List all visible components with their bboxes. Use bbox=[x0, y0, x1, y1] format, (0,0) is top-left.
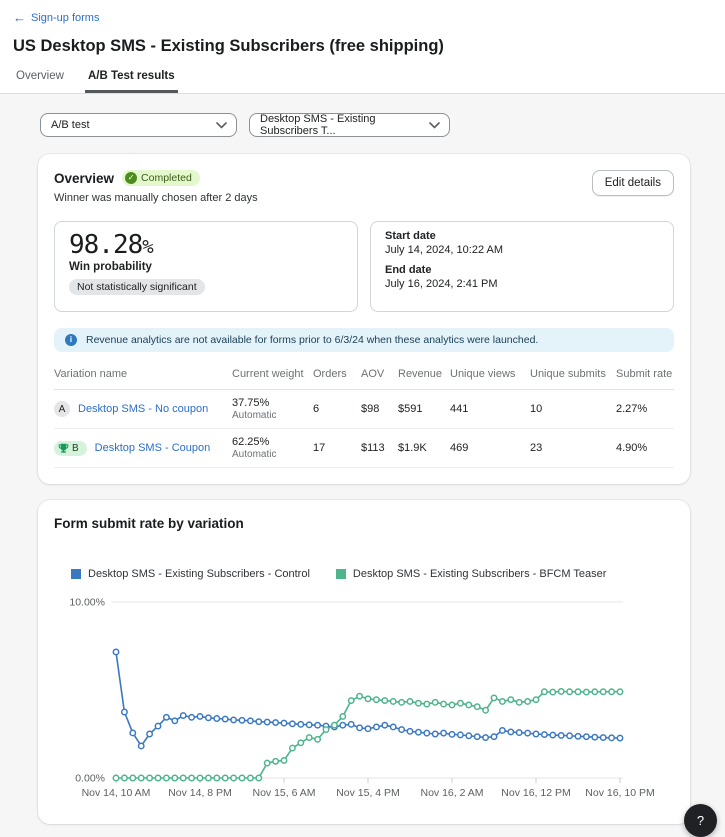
variation-link[interactable]: Desktop SMS - No coupon bbox=[78, 403, 208, 415]
column-header: Unique submits bbox=[530, 368, 616, 380]
unique-submits-cell: 23 bbox=[530, 442, 616, 454]
svg-text:Nov 15, 4 PM: Nov 15, 4 PM bbox=[336, 787, 400, 799]
page-header: ← Sign-up forms US Desktop SMS - Existing… bbox=[0, 0, 725, 94]
submit-rate-cell: 2.27% bbox=[616, 403, 674, 415]
trophy-icon bbox=[58, 443, 69, 454]
win-probability-label: Win probability bbox=[69, 261, 343, 273]
svg-text:Nov 16, 10 PM: Nov 16, 10 PM bbox=[585, 787, 654, 799]
variations-table-head: Variation nameCurrent weightOrdersAOVRev… bbox=[54, 368, 674, 390]
variation-link[interactable]: Desktop SMS - Coupon bbox=[95, 442, 211, 454]
svg-text:Nov 14, 8 PM: Nov 14, 8 PM bbox=[168, 787, 232, 799]
variations-table-body: ADesktop SMS - No coupon37.75%Automatic6… bbox=[54, 390, 674, 468]
metric-type-select-value: A/B test bbox=[51, 119, 90, 131]
dates-card: Start date July 14, 2024, 10:22 AM End d… bbox=[370, 221, 674, 312]
unique-submits-cell: 10 bbox=[530, 403, 616, 415]
main-content: A/B test Desktop SMS - Existing Subscrib… bbox=[0, 94, 725, 824]
chart-legend: Desktop SMS - Existing Subscribers - Con… bbox=[71, 568, 674, 580]
chart-card: Form submit rate by variation Desktop SM… bbox=[38, 500, 690, 824]
form-select[interactable]: Desktop SMS - Existing Subscribers T... bbox=[249, 113, 450, 137]
column-header: Current weight bbox=[232, 368, 313, 380]
variations-table: Variation nameCurrent weightOrdersAOVRev… bbox=[54, 368, 674, 468]
column-header: Submit rate bbox=[616, 368, 674, 380]
table-row: A Desktop SMS - No coupon 37.75%Automatic6… bbox=[54, 390, 674, 429]
chevron-down-icon bbox=[429, 122, 440, 129]
column-header: AOV bbox=[361, 368, 398, 380]
legend-swatch bbox=[71, 569, 81, 579]
significance-badge: Not statistically significant bbox=[69, 279, 205, 295]
orders-cell: 17 bbox=[313, 442, 361, 454]
aov-cell: $113 bbox=[361, 442, 398, 454]
column-header: Variation name bbox=[54, 368, 232, 380]
form-select-value: Desktop SMS - Existing Subscribers T... bbox=[260, 113, 421, 137]
unique-views-cell: 441 bbox=[450, 403, 530, 415]
unique-views-cell: 469 bbox=[450, 442, 530, 454]
metric-type-select[interactable]: A/B test bbox=[40, 113, 237, 137]
filter-row: A/B test Desktop SMS - Existing Subscrib… bbox=[40, 113, 690, 137]
submit-rate-cell: 4.90% bbox=[616, 442, 674, 454]
svg-text:Nov 14, 10 AM: Nov 14, 10 AM bbox=[82, 787, 151, 799]
end-date-label: End date bbox=[385, 264, 659, 276]
column-header: Revenue bbox=[398, 368, 450, 380]
overview-card: Overview ✓ Completed Winner was manually… bbox=[38, 154, 690, 484]
table-row: BDesktop SMS - Coupon62.25%Automatic17$1… bbox=[54, 429, 674, 468]
page-title: US Desktop SMS - Existing Subscribers (f… bbox=[13, 37, 711, 56]
end-date-value: July 16, 2024, 2:41 PM bbox=[385, 278, 659, 290]
winner-subtitle: Winner was manually chosen after 2 days bbox=[54, 192, 258, 204]
svg-text:0.00%: 0.00% bbox=[75, 773, 105, 785]
aov-cell: $98 bbox=[361, 403, 398, 415]
back-link[interactable]: ← Sign-up forms bbox=[13, 11, 99, 24]
column-header: Unique views bbox=[450, 368, 530, 380]
current-weight-cell: 62.25%Automatic bbox=[232, 436, 313, 460]
revenue-cell: $1.9K bbox=[398, 442, 450, 454]
info-banner: i Revenue analytics are not available fo… bbox=[54, 328, 674, 352]
chart-title: Form submit rate by variation bbox=[54, 516, 674, 531]
edit-details-button[interactable]: Edit details bbox=[592, 170, 674, 196]
win-probability-value: 98.28% bbox=[69, 230, 343, 260]
tab-bar: Overview A/B Test results bbox=[13, 70, 711, 93]
orders-cell: 6 bbox=[313, 403, 361, 415]
start-date-value: July 14, 2024, 10:22 AM bbox=[385, 244, 659, 256]
column-header: Orders bbox=[313, 368, 361, 380]
svg-text:Nov 16, 12 PM: Nov 16, 12 PM bbox=[501, 787, 570, 799]
tab-ab-test-results[interactable]: A/B Test results bbox=[85, 70, 178, 93]
info-banner-text: Revenue analytics are not available for … bbox=[86, 334, 538, 346]
tab-overview[interactable]: Overview bbox=[13, 70, 67, 93]
revenue-cell: $591 bbox=[398, 403, 450, 415]
info-icon: i bbox=[65, 334, 77, 346]
winner-variation-badge: B bbox=[54, 441, 87, 456]
svg-text:Nov 15, 6 AM: Nov 15, 6 AM bbox=[252, 787, 315, 799]
back-arrow-icon: ← bbox=[13, 11, 26, 24]
win-probability-card: 98.28% Win probability Not statistically… bbox=[54, 221, 358, 312]
back-link-label: Sign-up forms bbox=[31, 12, 99, 24]
variation-badge: A bbox=[54, 401, 70, 417]
legend-swatch bbox=[336, 569, 346, 579]
legend-item: Desktop SMS - Existing Subscribers - Con… bbox=[71, 568, 310, 580]
submit-rate-chart: 0.00% 10.00% Nov 14, 10 AM Nov 14, 8 PM Nov … bbox=[54, 588, 674, 803]
check-icon: ✓ bbox=[125, 172, 137, 184]
svg-text:10.00%: 10.00% bbox=[69, 597, 105, 609]
start-date-label: Start date bbox=[385, 230, 659, 242]
help-button[interactable]: ? bbox=[684, 804, 717, 837]
svg-text:Nov 16, 2 AM: Nov 16, 2 AM bbox=[420, 787, 483, 799]
chevron-down-icon bbox=[216, 122, 227, 129]
status-badge: ✓ Completed bbox=[122, 170, 200, 186]
legend-item: Desktop SMS - Existing Subscribers - BFC… bbox=[336, 568, 606, 580]
current-weight-cell: 37.75%Automatic bbox=[232, 397, 313, 421]
overview-heading: Overview bbox=[54, 171, 114, 186]
